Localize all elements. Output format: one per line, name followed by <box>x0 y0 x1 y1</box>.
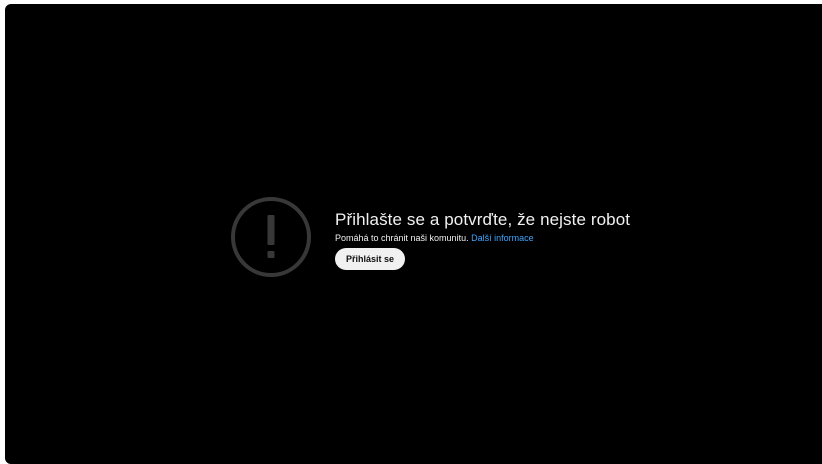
error-title: Přihlašte se a potvrďte, že nejste robot <box>335 210 631 229</box>
error-content: Přihlašte se a potvrďte, že nejste robot… <box>335 210 630 270</box>
learn-more-link[interactable]: Další informace <box>471 233 534 243</box>
error-subtitle-row: Pomáhá to chránit naši komunitu. Další i… <box>335 232 630 244</box>
video-player-area: Přihlašte se a potvrďte, že nejste robot… <box>5 4 822 464</box>
alert-circle-icon <box>231 197 311 277</box>
error-subtitle: Pomáhá to chránit naši komunitu. <box>335 233 469 243</box>
sign-in-button[interactable]: Přihlásit se <box>335 248 405 270</box>
error-message: Přihlašte se a potvrďte, že nejste robot… <box>229 195 630 279</box>
